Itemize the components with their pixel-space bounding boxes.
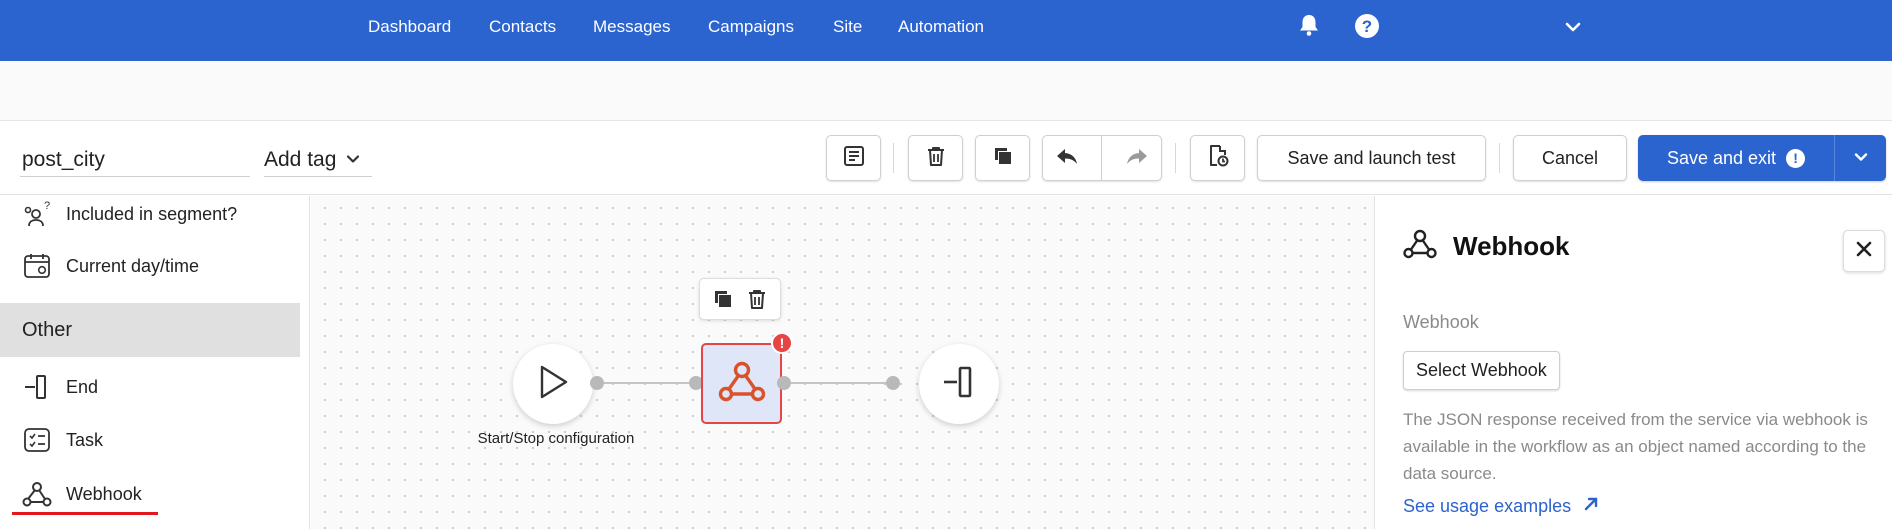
- undo-icon[interactable]: [1054, 145, 1080, 172]
- notes-button[interactable]: [826, 135, 881, 181]
- segment-question-icon: ?: [22, 199, 52, 229]
- copy-icon[interactable]: [712, 288, 734, 310]
- palette-item-included-in-segment[interactable]: ? Included in segment?: [0, 196, 300, 236]
- save-and-exit-button[interactable]: Save and exit !: [1638, 135, 1834, 181]
- add-tag-dropdown[interactable]: Add tag: [264, 143, 372, 177]
- connector-dot[interactable]: [590, 376, 604, 390]
- start-node-label: Start/Stop configuration: [477, 430, 635, 447]
- palette-item-current-day-time[interactable]: Current day/time: [0, 244, 300, 288]
- start-stop-node[interactable]: [513, 344, 593, 424]
- webhook-description: The JSON response received from the serv…: [1403, 410, 1868, 483]
- webhook-field-label: Webhook: [1403, 312, 1479, 332]
- block-palette: ? Included in segment? Current day/time …: [0, 196, 310, 529]
- note-icon: [843, 145, 865, 172]
- connector-dot[interactable]: [777, 376, 791, 390]
- nav-contacts[interactable]: Contacts: [489, 17, 556, 37]
- help-icon[interactable]: ?: [1354, 13, 1380, 44]
- document-refresh-icon: [1206, 144, 1230, 173]
- delete-button[interactable]: [908, 135, 963, 181]
- chevron-down-icon: [1854, 149, 1868, 167]
- nav-campaigns[interactable]: Campaigns: [708, 17, 794, 37]
- nav-messages[interactable]: Messages: [593, 17, 670, 37]
- end-icon: [942, 365, 976, 404]
- chevron-down-icon: [346, 151, 360, 169]
- palette-item-label: End: [66, 376, 99, 397]
- highlight-underline: [12, 512, 158, 515]
- usage-examples-label: See usage examples: [1403, 496, 1572, 516]
- nav-site[interactable]: Site: [833, 17, 862, 37]
- connector-line: [787, 382, 891, 384]
- top-navigation: Dashboard Contacts Messages Campaigns Si…: [0, 0, 1892, 61]
- save-and-exit-label: Save and exit: [1666, 147, 1777, 168]
- palette-item-end[interactable]: End: [0, 365, 300, 409]
- copy-icon: [992, 145, 1014, 172]
- nav-automation[interactable]: Automation: [898, 17, 984, 37]
- nav-dashboard[interactable]: Dashboard: [368, 17, 451, 37]
- webhook-settings-panel: Webhook Webhook Select Webhook The JSON …: [1374, 196, 1892, 529]
- close-icon: [1856, 241, 1872, 262]
- duplicate-button[interactable]: [975, 135, 1030, 181]
- save-options-dropdown[interactable]: [1834, 135, 1886, 181]
- palette-item-label: Included in segment?: [66, 203, 238, 224]
- redo-icon[interactable]: [1124, 145, 1150, 172]
- webhook-icon: [1403, 228, 1437, 265]
- test-history-button[interactable]: [1190, 135, 1245, 181]
- play-icon: [536, 364, 570, 405]
- webhook-node[interactable]: [701, 343, 782, 424]
- trash-icon: [925, 145, 947, 172]
- task-icon: [22, 425, 52, 455]
- save-and-launch-test-button[interactable]: Save and launch test: [1257, 135, 1486, 181]
- close-button[interactable]: [1843, 230, 1885, 272]
- add-tag-label: Add tag: [264, 147, 337, 171]
- calendar-clock-icon: [22, 251, 52, 281]
- palette-section-other: Other: [0, 303, 300, 357]
- usage-examples-link[interactable]: See usage examples: [1403, 496, 1599, 517]
- palette-item-label: Current day/time: [66, 255, 200, 276]
- end-icon: [22, 372, 52, 402]
- svg-text:?: ?: [1362, 17, 1372, 36]
- palette-item-label: Task: [66, 429, 104, 450]
- select-webhook-button[interactable]: Select Webhook: [1403, 351, 1560, 390]
- panel-header: Webhook: [1403, 228, 1570, 265]
- chevron-down-icon[interactable]: [1565, 20, 1581, 38]
- bell-icon[interactable]: [1298, 13, 1320, 42]
- connector-dot[interactable]: [886, 376, 900, 390]
- connector-line: [597, 382, 697, 384]
- webhook-icon: [22, 479, 52, 509]
- section-title: Other: [22, 318, 73, 341]
- workflow-name-input[interactable]: [20, 143, 250, 177]
- webhook-icon: [718, 359, 766, 408]
- error-badge: !: [771, 332, 793, 354]
- warning-icon: !: [1786, 148, 1806, 168]
- sub-header-bar: [0, 61, 1892, 121]
- svg-text:?: ?: [44, 200, 50, 212]
- palette-item-label: Webhook: [66, 483, 142, 504]
- undo-redo-group: [1042, 135, 1162, 181]
- cancel-button[interactable]: Cancel: [1513, 135, 1627, 181]
- trash-icon[interactable]: [746, 288, 768, 310]
- end-node[interactable]: [919, 344, 999, 424]
- node-toolbar: [699, 278, 781, 320]
- external-arrow-icon: [1571, 496, 1599, 517]
- panel-title: Webhook: [1453, 231, 1570, 261]
- save-and-exit-split-button: Save and exit !: [1638, 135, 1886, 181]
- workflow-canvas[interactable]: ! Start/Stop configuration: [311, 196, 1374, 529]
- palette-item-task[interactable]: Task: [0, 418, 300, 462]
- workflow-toolbar: Add tag Save and launch test: [0, 121, 1892, 195]
- palette-item-webhook[interactable]: Webhook: [0, 472, 300, 516]
